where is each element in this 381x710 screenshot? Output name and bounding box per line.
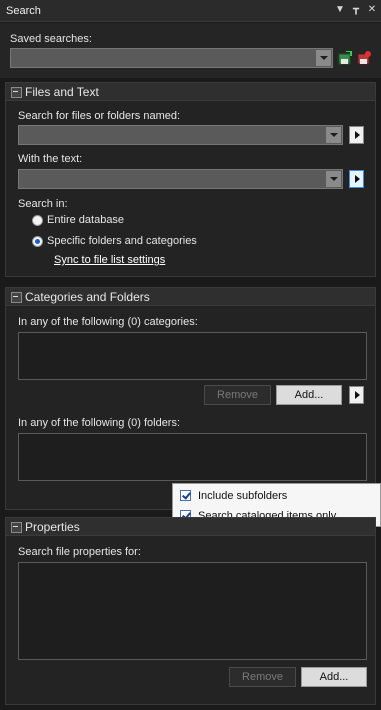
panel-title: Search <box>6 5 41 17</box>
name-search-go-button[interactable] <box>349 126 364 144</box>
folders-label: In any of the following (0) folders: <box>18 417 181 429</box>
categories-folders-header[interactable]: Categories and Folders <box>6 288 375 306</box>
categories-add-button[interactable]: Add... <box>276 385 342 405</box>
text-search-input[interactable] <box>18 169 343 189</box>
radio-specific-folders-label[interactable]: Specific folders and categories <box>47 235 197 247</box>
save-search-icon[interactable] <box>338 51 352 65</box>
delete-search-icon[interactable] <box>357 51 371 65</box>
section-title: Properties <box>25 520 80 534</box>
chevron-down-icon[interactable] <box>326 171 341 187</box>
radio-entire-database[interactable] <box>32 215 43 226</box>
saved-searches-label: Saved searches: <box>10 33 92 45</box>
dropdown-arrow-icon[interactable]: ▼ <box>334 4 346 16</box>
search-in-label: Search in: <box>18 198 68 210</box>
folders-list[interactable] <box>18 433 367 481</box>
radio-entire-database-label[interactable]: Entire database <box>47 214 124 226</box>
collapse-icon[interactable] <box>11 522 22 533</box>
properties-add-button[interactable]: Add... <box>301 667 367 687</box>
files-and-text-header[interactable]: Files and Text <box>6 83 375 101</box>
include-subfolders-checkbox[interactable] <box>180 490 191 501</box>
categories-label: In any of the following (0) categories: <box>18 316 198 328</box>
properties-header[interactable]: Properties <box>6 518 375 536</box>
text-search-go-button[interactable] <box>349 170 364 188</box>
categories-remove-button[interactable]: Remove <box>204 385 271 405</box>
name-search-label: Search for files or folders named: <box>18 110 181 122</box>
close-icon[interactable]: ✕ <box>366 4 378 16</box>
section-title: Categories and Folders <box>25 290 150 304</box>
collapse-icon[interactable] <box>11 87 22 98</box>
properties-remove-button[interactable]: Remove <box>229 667 296 687</box>
section-title: Files and Text <box>25 85 99 99</box>
properties-list[interactable] <box>18 562 367 660</box>
name-search-input[interactable] <box>18 125 343 145</box>
categories-list[interactable] <box>18 332 367 380</box>
text-search-label: With the text: <box>18 153 83 165</box>
radio-specific-folders[interactable] <box>32 236 43 247</box>
properties-label: Search file properties for: <box>18 546 141 558</box>
chevron-down-icon[interactable] <box>326 127 341 143</box>
categories-menu-button[interactable] <box>349 386 364 404</box>
collapse-icon[interactable] <box>11 292 22 303</box>
sync-file-list-link[interactable]: Sync to file list settings <box>54 254 165 266</box>
saved-searches-dropdown[interactable] <box>10 48 333 68</box>
pin-icon[interactable]: ┳ <box>350 4 362 16</box>
include-subfolders-label[interactable]: Include subfolders <box>198 490 287 502</box>
panel-title-bar: Search ▼ ┳ ✕ <box>0 0 381 22</box>
chevron-down-icon[interactable] <box>316 50 331 66</box>
